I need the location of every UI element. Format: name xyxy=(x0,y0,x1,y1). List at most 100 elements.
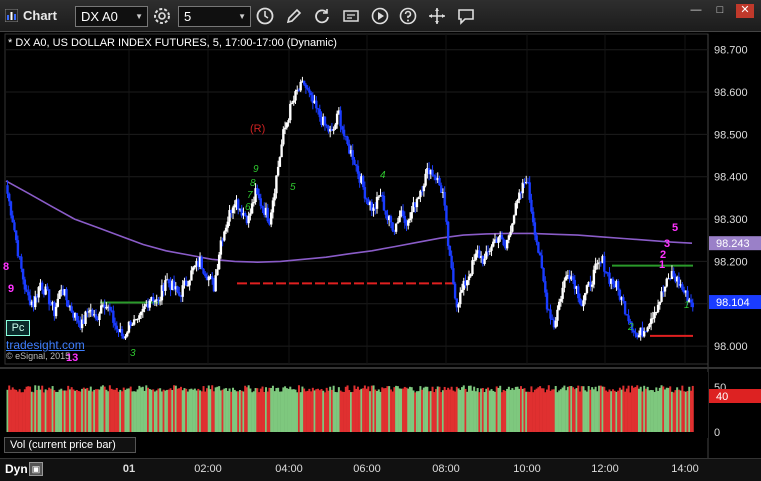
volume-bar xyxy=(551,389,554,432)
candle-body xyxy=(691,302,694,308)
cursor-icon[interactable] xyxy=(427,6,447,26)
volume-bar xyxy=(422,387,425,432)
volume-bar xyxy=(461,387,464,432)
volume-bar xyxy=(9,389,12,432)
pc-badge[interactable]: Pc xyxy=(6,320,30,336)
comment-icon[interactable] xyxy=(456,6,476,26)
candle-body xyxy=(585,285,589,294)
candle-body xyxy=(660,291,663,302)
play-icon[interactable] xyxy=(370,6,390,26)
candle-body xyxy=(540,255,544,268)
volume-bar xyxy=(112,389,115,432)
pencil-icon[interactable] xyxy=(284,6,304,26)
close-button[interactable]: ✕ xyxy=(736,4,754,18)
chevron-down-icon[interactable]: ▼ xyxy=(238,12,246,21)
symbol-combobox[interactable]: DX A0 ▼ xyxy=(75,6,148,27)
candle-body xyxy=(153,300,157,302)
volume-bar xyxy=(62,390,65,432)
green-count-label: 6 xyxy=(245,202,251,213)
clock-icon[interactable] xyxy=(255,6,275,26)
volume-bar xyxy=(528,391,531,432)
volume-bar xyxy=(166,389,169,432)
candle-body xyxy=(219,240,223,255)
volume-bar xyxy=(367,386,370,432)
volume-bar xyxy=(502,389,505,432)
volume-bar xyxy=(684,391,687,432)
time-label: 06:00 xyxy=(353,463,381,475)
volume-bar xyxy=(315,389,318,432)
volume-bar xyxy=(485,388,488,432)
dyn-lock-icon[interactable]: ▣ xyxy=(29,462,43,476)
candle-body xyxy=(58,290,61,299)
volume-bar xyxy=(53,390,56,432)
candle-body xyxy=(287,120,290,123)
window-title: Chart xyxy=(23,8,57,23)
chevron-down-icon[interactable]: ▼ xyxy=(135,12,143,21)
volume-bar xyxy=(268,387,271,432)
candle-body xyxy=(77,320,80,323)
candle-body xyxy=(252,202,256,204)
candle-body xyxy=(577,286,580,299)
candle-body xyxy=(139,311,143,316)
volume-bar xyxy=(39,389,42,432)
volume-bar xyxy=(369,391,372,432)
candle-body xyxy=(472,259,476,261)
candle-body xyxy=(65,289,68,301)
candle-body xyxy=(483,258,486,264)
minimize-button[interactable]: — xyxy=(687,4,705,18)
volume-bar xyxy=(532,392,535,432)
volume-study-label[interactable]: Vol (current price bar) xyxy=(4,437,136,453)
volume-bar xyxy=(346,385,349,432)
candle-body xyxy=(594,263,597,270)
volume-bar xyxy=(245,387,248,432)
volume-bar xyxy=(651,390,654,432)
time-axis-bar[interactable]: Dyn ▣ 01 02:00 04:00 06:00 08:00 10:00 1… xyxy=(0,458,761,481)
price-chart[interactable]: (R)89135321987654321 98.70098.60098.5009… xyxy=(0,32,761,460)
candle-body xyxy=(616,281,620,290)
settings-gear-icon[interactable] xyxy=(152,6,172,26)
volume-bar xyxy=(282,387,285,432)
candle-body xyxy=(648,324,651,328)
candle-body xyxy=(511,223,514,232)
volume-bar xyxy=(238,390,241,432)
candle-body xyxy=(505,239,509,249)
volume-bar xyxy=(457,388,460,432)
refresh-icon[interactable] xyxy=(312,6,332,26)
candle-body xyxy=(474,253,478,260)
volume-bar xyxy=(405,387,408,432)
volume-bar xyxy=(252,391,255,432)
question-icon[interactable] xyxy=(398,6,418,26)
tradesight-link[interactable]: tradesight.com xyxy=(6,338,85,352)
volume-bar xyxy=(363,385,366,432)
volume-bar xyxy=(643,385,646,432)
volume-bar xyxy=(173,385,176,432)
candle-body xyxy=(611,278,615,285)
volume-bar xyxy=(11,387,14,432)
candle-body xyxy=(16,240,20,257)
volume-bar xyxy=(103,386,106,432)
candle-body xyxy=(164,280,167,291)
candle-body xyxy=(452,268,455,284)
sheet-icon[interactable] xyxy=(341,6,361,26)
candle-body xyxy=(269,212,273,225)
volume-bar xyxy=(148,389,151,432)
volume-bar xyxy=(648,390,651,432)
candle-body xyxy=(292,100,295,103)
volume-bar xyxy=(49,388,52,432)
interval-combobox[interactable]: 5 ▼ xyxy=(178,6,251,27)
volume-bar xyxy=(256,388,259,432)
volume-bar xyxy=(690,390,693,432)
volume-bar xyxy=(556,392,559,432)
volume-bar xyxy=(500,392,503,432)
candle-body xyxy=(554,320,557,328)
volume-bar xyxy=(129,386,132,432)
volume-bar xyxy=(67,385,70,432)
volume-bar xyxy=(199,390,202,432)
volume-bar xyxy=(6,389,9,432)
price-tick-label: 98.700 xyxy=(714,45,748,57)
candle-body xyxy=(396,222,400,224)
volume-bar xyxy=(91,391,94,432)
candle-body xyxy=(535,235,538,243)
restore-button[interactable]: □ xyxy=(711,4,729,18)
volume-bar xyxy=(438,386,441,432)
